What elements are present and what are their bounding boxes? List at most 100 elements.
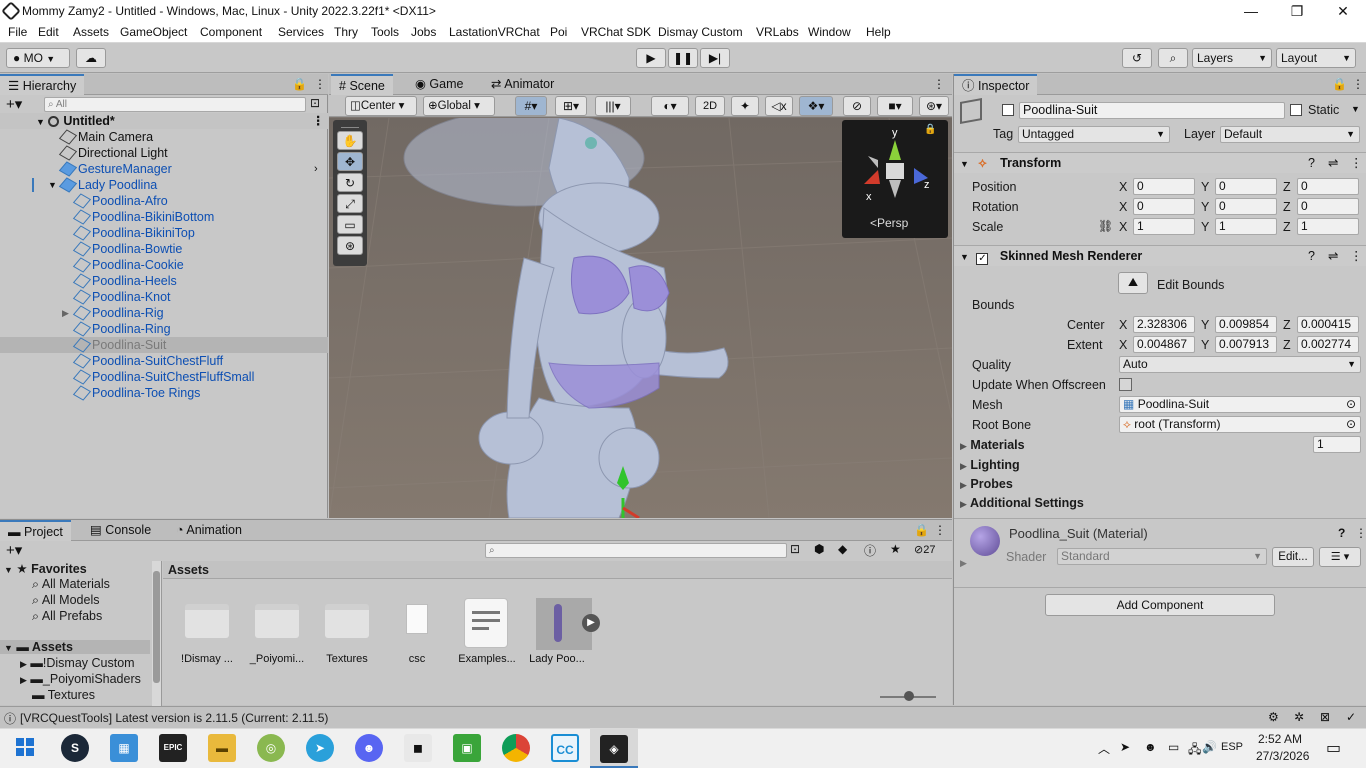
rotation-x-field[interactable]: 0	[1133, 198, 1195, 215]
minimize-button[interactable]: —	[1228, 0, 1274, 23]
favorites-row[interactable]: ▼ ★ Favorites	[4, 561, 87, 576]
hierarchy-item[interactable]: Poodlina-SuitChestFluffSmall	[0, 369, 328, 385]
tab-scene[interactable]: # Scene	[331, 74, 393, 95]
tree-scrollbar[interactable]	[152, 561, 161, 706]
layers-dropdown[interactable]: Layers ▼	[1192, 48, 1272, 68]
target-icon[interactable]: ⊙	[1346, 417, 1356, 432]
bounds-center-x-field[interactable]: 2.328306	[1133, 316, 1195, 333]
maximize-button[interactable]: ❐	[1274, 0, 1320, 23]
additional-settings-foldout[interactable]: ▶ Additional Settings	[960, 496, 1084, 510]
filter-type-icon[interactable]: ⬢	[814, 542, 824, 556]
history-button[interactable]: ↺	[1122, 48, 1152, 68]
display-tray-icon[interactable]: ▭	[1168, 740, 1179, 754]
menu-jobs[interactable]: Jobs	[411, 25, 436, 39]
clock-date[interactable]: 27/3/2026	[1256, 749, 1309, 763]
status-message[interactable]: [VRCQuestTools] Latest version is 2.11.5…	[20, 711, 328, 725]
visibility-toggle-button[interactable]: ⊘	[843, 96, 871, 116]
effects-toggle-button[interactable]: ❖▾	[799, 96, 833, 116]
auto-generate-icon[interactable]: ✲	[1294, 710, 1304, 724]
draw-mode-button[interactable]: ◐▾	[651, 96, 689, 116]
checkmark-icon[interactable]: ✓	[1346, 710, 1356, 724]
rotation-z-field[interactable]: 0	[1297, 198, 1359, 215]
help-icon[interactable]: ?	[1338, 526, 1345, 540]
tab-animation[interactable]: ◔ Animation	[168, 520, 250, 541]
scale-y-field[interactable]: 1	[1215, 218, 1277, 235]
cloud-button[interactable]: ☁	[76, 48, 106, 68]
chevron-right-icon[interactable]: ▶	[960, 558, 967, 569]
rotation-y-field[interactable]: 0	[1215, 198, 1277, 215]
icon-size-slider[interactable]	[880, 691, 936, 701]
move-tool-button[interactable]: ✥	[337, 152, 363, 171]
menu-file[interactable]: File	[8, 25, 27, 39]
lighting-foldout[interactable]: ▶ Lighting	[960, 458, 1020, 472]
hierarchy-item[interactable]: Directional Light	[0, 145, 328, 161]
telegram-icon[interactable]: ➤	[306, 734, 334, 762]
hierarchy-item[interactable]: Poodlina-Ring	[0, 321, 328, 337]
orientation-gizmo[interactable]: y x z 🔒 <Persp	[842, 120, 948, 238]
hierarchy-item[interactable]: Poodlina-Cookie	[0, 257, 328, 273]
hidden-count-icon[interactable]: ⊘27	[914, 543, 935, 556]
lock-icon[interactable]: 🔒	[1332, 77, 1347, 91]
increment-snap-button[interactable]: |||▾	[595, 96, 631, 116]
active-checkbox[interactable]	[1002, 104, 1014, 116]
asset-file-examples[interactable]: Examples...	[452, 594, 522, 674]
link-icon[interactable]: ⛓	[1098, 219, 1113, 233]
menu-lastationvrchat[interactable]: LastationVRChat	[449, 25, 540, 39]
audio-toggle-button[interactable]: ◁x	[765, 96, 793, 116]
grid-snap-button[interactable]: #▾	[515, 96, 547, 116]
hand-tool-button[interactable]: ✋	[337, 131, 363, 150]
chevron-right-icon[interactable]: ▶	[62, 305, 69, 321]
more-icon[interactable]: ⋮	[312, 113, 325, 129]
roblox-icon[interactable]: ◼	[404, 734, 432, 762]
menu-help[interactable]: Help	[866, 25, 891, 39]
menu-vrchat-sdk[interactable]: VRChat SDK	[581, 25, 651, 39]
tab-inspector[interactable]: ⓘ Inspector	[954, 74, 1038, 95]
asset-file-csc[interactable]: csc	[382, 594, 452, 674]
transform-tool-button[interactable]: ⊛	[337, 236, 363, 255]
collab-icon[interactable]: ⊠	[1320, 710, 1330, 724]
add-component-button[interactable]: Add Component	[1045, 594, 1275, 616]
more-icon[interactable]: ⋮	[934, 523, 946, 537]
windows-start-icon[interactable]	[16, 738, 34, 756]
debug-icon[interactable]: ⚙	[1268, 710, 1279, 724]
enabled-checkbox[interactable]: ✓	[976, 253, 989, 265]
favorite-all-prefabs[interactable]: ⌕ All Prefabs	[32, 609, 102, 624]
lighting-toggle-button[interactable]: ✦	[731, 96, 759, 116]
mesh-field[interactable]: ▦ Poodlina-Suit ⊙	[1119, 396, 1361, 413]
shader-dropdown[interactable]: Standard ▼	[1057, 548, 1267, 565]
bounds-center-z-field[interactable]: 0.000415	[1297, 316, 1359, 333]
favorite-all-materials[interactable]: ⌕ All Materials	[32, 577, 110, 592]
hierarchy-item[interactable]: Poodlina-Afro	[0, 193, 328, 209]
preset-icon[interactable]: ⇌	[1328, 246, 1338, 266]
assets-root-row[interactable]: ▼ ▬ Assets	[0, 640, 150, 654]
store-icon[interactable]: ▦	[110, 734, 138, 762]
chevron-down-icon[interactable]: ▼	[960, 252, 969, 262]
rect-tool-button[interactable]: ▭	[337, 215, 363, 234]
scale-tool-button[interactable]: ⤢	[337, 194, 363, 213]
hierarchy-item[interactable]: Poodlina-Toe Rings	[0, 385, 328, 401]
transform-header[interactable]: ▼ ⟡ Transform ? ⇌ ⋮	[954, 152, 1366, 173]
chevron-down-icon[interactable]: ▼	[36, 117, 45, 127]
hierarchy-item[interactable]: Poodlina-BikiniBottom	[0, 209, 328, 225]
volume-icon[interactable]: 🔊	[1202, 740, 1217, 754]
project-search-input[interactable]: ⌕	[485, 543, 787, 558]
static-checkbox[interactable]	[1290, 104, 1302, 116]
quality-dropdown[interactable]: Auto ▼	[1119, 356, 1361, 373]
lock-icon[interactable]: 🔒	[292, 77, 307, 91]
scale-z-field[interactable]: 1	[1297, 218, 1359, 235]
help-icon[interactable]: ?	[1308, 153, 1315, 173]
skinned-mesh-renderer-header[interactable]: ▼ ✓ Skinned Mesh Renderer ? ⇌ ⋮	[954, 245, 1366, 266]
scene-root-row[interactable]: ▼ Untitled* ⋮	[0, 113, 328, 129]
pivot-dropdown[interactable]: ◫Center ▾	[345, 96, 417, 116]
2d-toggle-button[interactable]: 2D	[695, 96, 725, 116]
gizmos-button[interactable]: ⊛▾	[919, 96, 949, 116]
clock-time[interactable]: 2:52 AM	[1258, 732, 1302, 746]
update-offscreen-checkbox[interactable]	[1119, 378, 1132, 391]
hierarchy-item[interactable]: Poodlina-Heels	[0, 273, 328, 289]
discord-tray-icon[interactable]: ☻	[1144, 740, 1157, 754]
edit-bounds-button[interactable]: ⛰	[1118, 272, 1148, 294]
search-button[interactable]: ⌕	[1158, 48, 1188, 68]
search-by-type-icon[interactable]: ⊡	[790, 542, 800, 556]
tab-console[interactable]: ▤ Console	[82, 520, 159, 541]
position-z-field[interactable]: 0	[1297, 178, 1359, 195]
